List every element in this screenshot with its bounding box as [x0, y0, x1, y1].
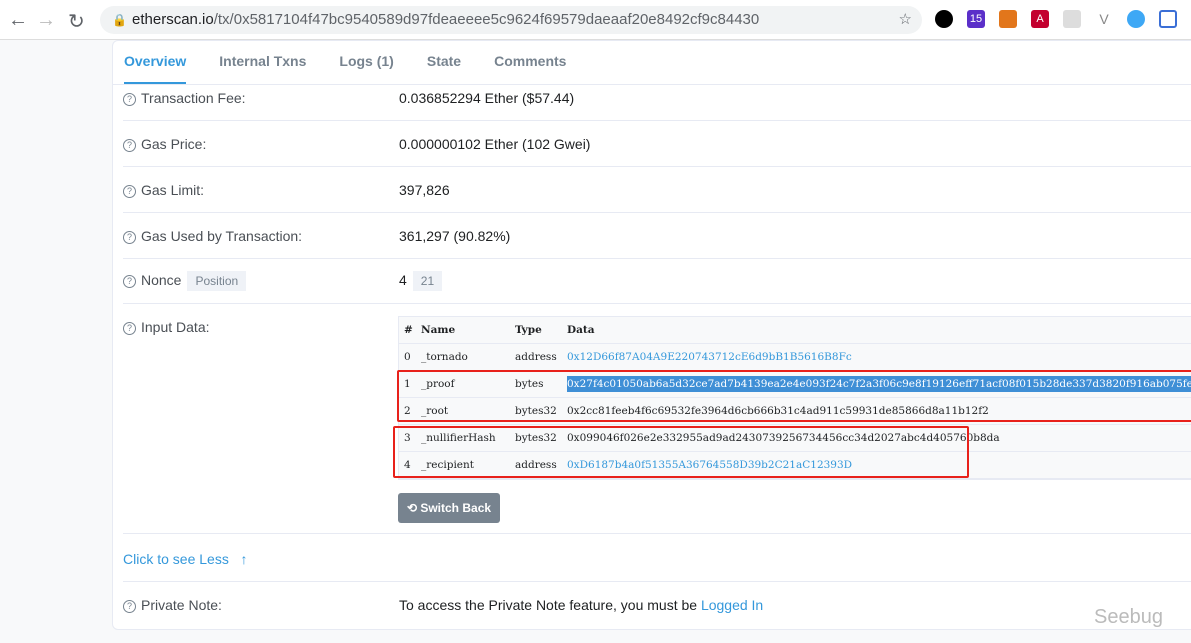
gas-price-value: 0.000000102 Ether (102 Gwei) [399, 136, 591, 152]
browser-toolbar: ← → ↻ 🔒 etherscan.io/tx/0x5817104f47bc95… [0, 0, 1191, 40]
extension-doc-icon[interactable] [1159, 10, 1177, 28]
forward-icon[interactable]: → [36, 9, 56, 32]
private-note-label: Private Note: [141, 597, 222, 613]
login-link[interactable]: Logged In [701, 597, 763, 613]
nonce-label: Nonce [141, 272, 182, 288]
help-icon[interactable]: ? [123, 139, 136, 152]
metamask-icon[interactable] [999, 10, 1017, 28]
extension-check-icon[interactable] [1127, 10, 1145, 28]
address-link[interactable]: 0x12D66f87A04A9E220743712cE6d9bB1B5616B8… [567, 344, 852, 371]
tab-state[interactable]: State [427, 41, 461, 84]
gas-limit-label: Gas Limit: [141, 182, 205, 198]
highlight-box [393, 426, 969, 478]
input-data-label: Input Data: [141, 319, 210, 335]
help-icon[interactable]: ? [123, 93, 136, 106]
see-less-link[interactable]: Click to see Less ↑ [123, 551, 1191, 567]
gas-used-value: 361,297 (90.82%) [399, 228, 511, 244]
gas-price-label: Gas Price: [141, 136, 207, 152]
tab-overview[interactable]: Overview [124, 41, 187, 84]
gas-used-label: Gas Used by Transaction: [141, 228, 303, 244]
help-icon[interactable]: ? [123, 185, 136, 198]
transaction-card: Overview Internal Txns Logs (1) State Co… [112, 40, 1191, 630]
angular-icon[interactable]: A [1031, 10, 1049, 28]
help-icon[interactable]: ? [123, 322, 136, 335]
position-value: 21 [412, 271, 443, 291]
fee-label: Transaction Fee: [141, 90, 246, 106]
url-host: etherscan.io [132, 11, 214, 28]
highlight-box [397, 370, 1191, 422]
arrow-up-icon: ↑ [240, 551, 248, 567]
help-icon[interactable]: ? [123, 600, 136, 613]
help-icon[interactable]: ? [123, 231, 136, 244]
position-pill: Position [187, 271, 247, 291]
tab-comments[interactable]: Comments [494, 41, 566, 84]
extension-circle-icon[interactable] [935, 10, 953, 28]
lock-icon: 🔒 [112, 13, 127, 27]
fee-value: 0.036852294 Ether ($57.44) [399, 90, 575, 106]
tab-internal-txns[interactable]: Internal Txns [219, 41, 306, 84]
bookmark-star-icon[interactable]: ☆ [899, 6, 912, 34]
extension-badge-icon[interactable]: 15 [967, 10, 985, 28]
tab-bar: Overview Internal Txns Logs (1) State Co… [113, 41, 1191, 85]
help-icon[interactable]: ? [123, 275, 136, 288]
back-icon[interactable]: ← [8, 9, 28, 32]
nonce-value: 4 [399, 272, 407, 288]
table-row: 0 _tornado address 0x12D66f87A04A9E22074371… [399, 344, 1191, 371]
address-bar[interactable]: 🔒 etherscan.io/tx/0x5817104f47bc9540589d… [100, 6, 922, 34]
reload-icon[interactable]: ↻ [68, 9, 85, 34]
vue-icon[interactable]: V [1095, 10, 1113, 28]
switch-back-button[interactable]: ⟲ Switch Back [398, 493, 500, 523]
url-path: /tx/0x5817104f47bc9540589d97fdeaeeee5c96… [213, 11, 760, 28]
seebug-watermark: Seebug [1094, 606, 1163, 628]
react-icon[interactable] [1063, 10, 1081, 28]
gas-limit-value: 397,826 [399, 182, 450, 198]
table-header: # Name Type Data [399, 317, 1191, 344]
tab-logs[interactable]: Logs (1) [339, 41, 393, 84]
